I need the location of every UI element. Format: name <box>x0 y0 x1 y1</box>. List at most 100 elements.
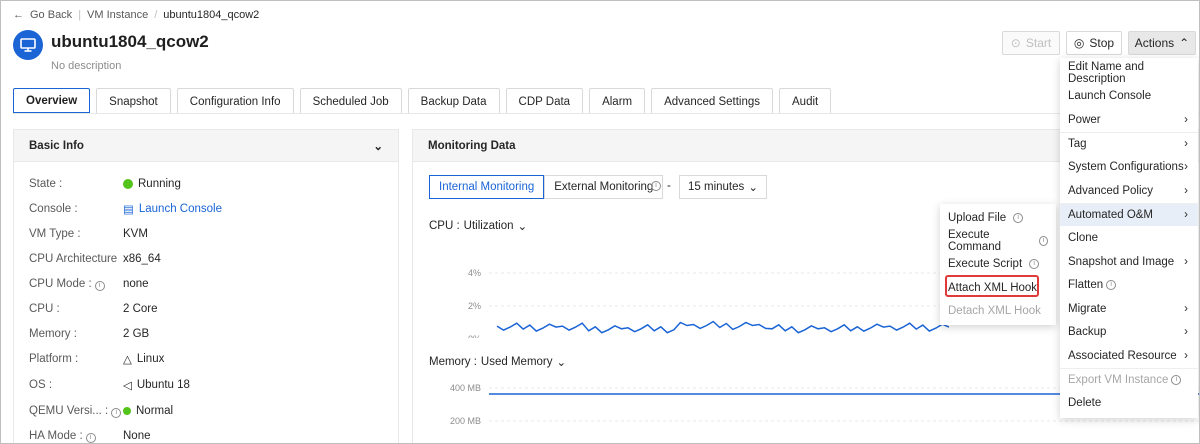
actions-dropdown: Edit Name and Description Launch Console… <box>1060 58 1198 418</box>
chevron-right-icon: › <box>1184 326 1188 339</box>
chevron-right-icon: › <box>1184 161 1188 174</box>
menu-clone[interactable]: Clone <box>1060 226 1198 250</box>
menu-edit-name[interactable]: Edit Name and Description <box>1060 61 1198 85</box>
info-value: x86_64 <box>123 253 161 265</box>
info-row-platform: Platform : △ Linux <box>29 351 164 367</box>
menu-flatten[interactable]: Flatten i <box>1060 273 1198 297</box>
memory-label: Memory : <box>429 356 477 368</box>
chevron-right-icon: › <box>1184 184 1188 197</box>
launch-console-link[interactable]: ▤ Launch Console <box>123 202 222 216</box>
stop-button-label: Stop <box>1089 36 1115 50</box>
info-icon[interactable]: i <box>94 280 105 291</box>
menu-advanced-policy[interactable]: Advanced Policy › <box>1060 179 1198 203</box>
info-row-memory: Memory : 2 GB <box>29 326 149 342</box>
internal-monitoring-button[interactable]: Internal Monitoring <box>429 175 545 199</box>
menu-tag[interactable]: Tag › <box>1060 131 1198 156</box>
info-value: 2 Core <box>123 303 158 315</box>
info-key: Platform : <box>29 353 79 365</box>
info-key: Memory : <box>29 328 77 340</box>
info-icon: i <box>1013 212 1024 223</box>
memory-metric-value: Used Memory <box>480 356 553 368</box>
tab-cdp-data[interactable]: CDP Data <box>505 88 584 114</box>
actions-button[interactable]: Actions ⌃ <box>1128 31 1196 55</box>
breadcrumb-parent[interactable]: VM Instance <box>87 9 148 21</box>
menu-snapshot-and-image[interactable]: Snapshot and Image › <box>1060 250 1198 274</box>
detach-xml-hook-item[interactable]: Detach XML Hook <box>940 300 1056 323</box>
info-value: none <box>123 278 149 290</box>
menu-power[interactable]: Power › <box>1060 108 1198 132</box>
tab-scheduled-job[interactable]: Scheduled Job <box>299 88 402 114</box>
page-title: ubuntu1804_qcow2 <box>51 32 209 51</box>
back-arrow-icon[interactable]: ← <box>13 9 24 21</box>
menu-system-configurations[interactable]: System Configurations › <box>1060 155 1198 179</box>
info-row-cpu-architecture: CPU Architecture x86_64 <box>29 251 161 267</box>
breadcrumb: ← Go Back | VM Instance / ubuntu1804_qco… <box>13 9 259 21</box>
chevron-right-icon: › <box>1184 208 1188 221</box>
upload-file-item[interactable]: Upload File i <box>940 206 1056 229</box>
time-range-value: 15 minutes <box>688 181 745 193</box>
go-back-link[interactable]: Go Back <box>30 9 72 21</box>
menu-delete[interactable]: Delete <box>1060 391 1198 415</box>
page-description: No description <box>51 60 122 72</box>
chevron-down-icon: ⌄ <box>748 182 758 194</box>
info-value: ◁ Ubuntu 18 <box>123 379 190 392</box>
tab-audit[interactable]: Audit <box>779 88 832 114</box>
tab-configuration-info[interactable]: Configuration Info <box>176 88 294 114</box>
menu-launch-console[interactable]: Launch Console <box>1060 85 1198 109</box>
info-row-qemu-version: QEMU Versi... :i Normal <box>29 403 173 419</box>
menu-associated-resource[interactable]: Associated Resource › <box>1060 344 1198 368</box>
info-key: State : <box>29 178 63 190</box>
cpu-ytick: 0% <box>468 334 481 338</box>
info-key: Console : <box>29 203 78 215</box>
info-icon[interactable]: i <box>111 407 122 418</box>
info-value: △ Linux <box>123 353 165 366</box>
time-range-select[interactable]: 15 minutes ⌄ <box>679 175 767 199</box>
info-icon: i <box>1039 236 1048 247</box>
info-key: HA Mode :i <box>29 430 123 443</box>
info-row-console: Console : ▤ Launch Console <box>29 201 222 217</box>
cpu-series-line <box>496 320 949 334</box>
tab-snapshot[interactable]: Snapshot <box>96 88 171 114</box>
chevron-right-icon: › <box>1184 302 1188 315</box>
info-icon[interactable]: i <box>651 181 661 191</box>
tab-overview[interactable]: Overview <box>13 88 91 114</box>
chevron-right-icon: › <box>1184 349 1188 362</box>
normal-status-icon <box>123 407 131 415</box>
info-icon[interactable]: i <box>85 432 96 443</box>
memory-metric-selector[interactable]: Memory : Used Memory ⌄ <box>429 355 566 369</box>
monitoring-help: i - <box>651 180 671 192</box>
menu-automated-om[interactable]: Automated O&M › <box>1060 202 1198 227</box>
console-icon: ▤ <box>123 204 134 216</box>
start-button[interactable]: ⊙ Start <box>1002 31 1060 55</box>
external-monitoring-button[interactable]: External Monitoring <box>544 175 664 199</box>
info-row-state: State : Running <box>29 176 181 192</box>
stop-button[interactable]: ◎ Stop <box>1066 31 1122 55</box>
actions-button-label: Actions <box>1134 36 1175 50</box>
cpu-metric-selector[interactable]: CPU : Utilization ⌄ <box>429 219 527 233</box>
chevron-right-icon: › <box>1184 138 1188 151</box>
memory-ytick: 400 MB <box>450 383 481 393</box>
linux-icon: △ <box>123 354 132 366</box>
app-frame: ← Go Back | VM Instance / ubuntu1804_qco… <box>0 0 1200 444</box>
play-icon: ⊙ <box>1010 36 1021 50</box>
tab-advanced-settings[interactable]: Advanced Settings <box>651 88 774 114</box>
info-value: Running <box>123 178 181 190</box>
tab-backup-data[interactable]: Backup Data <box>407 88 500 114</box>
menu-migrate[interactable]: Migrate › <box>1060 297 1198 321</box>
info-row-ha-mode: HA Mode :i None <box>29 428 151 443</box>
info-key: CPU Mode :i <box>29 278 123 291</box>
chevron-down-icon[interactable]: ⌄ <box>373 139 383 153</box>
stop-icon: ◎ <box>1073 36 1085 50</box>
menu-backup[interactable]: Backup › <box>1060 321 1198 345</box>
menu-export-vm-instance[interactable]: Export VM Instance i <box>1060 367 1198 392</box>
execute-script-item[interactable]: Execute Script i <box>940 253 1056 276</box>
chevron-up-icon: ⌃ <box>1179 36 1190 50</box>
vm-monitor-icon <box>13 30 43 60</box>
execute-command-item[interactable]: Execute Command i <box>940 229 1056 253</box>
breadcrumb-current: ubuntu1804_qcow2 <box>163 9 260 21</box>
tab-alarm[interactable]: Alarm <box>589 88 646 114</box>
info-key: CPU : <box>29 303 60 315</box>
info-value: None <box>123 430 151 442</box>
ubuntu-icon: ◁ <box>123 380 132 392</box>
basic-info-header[interactable]: Basic Info ⌄ <box>14 130 398 162</box>
